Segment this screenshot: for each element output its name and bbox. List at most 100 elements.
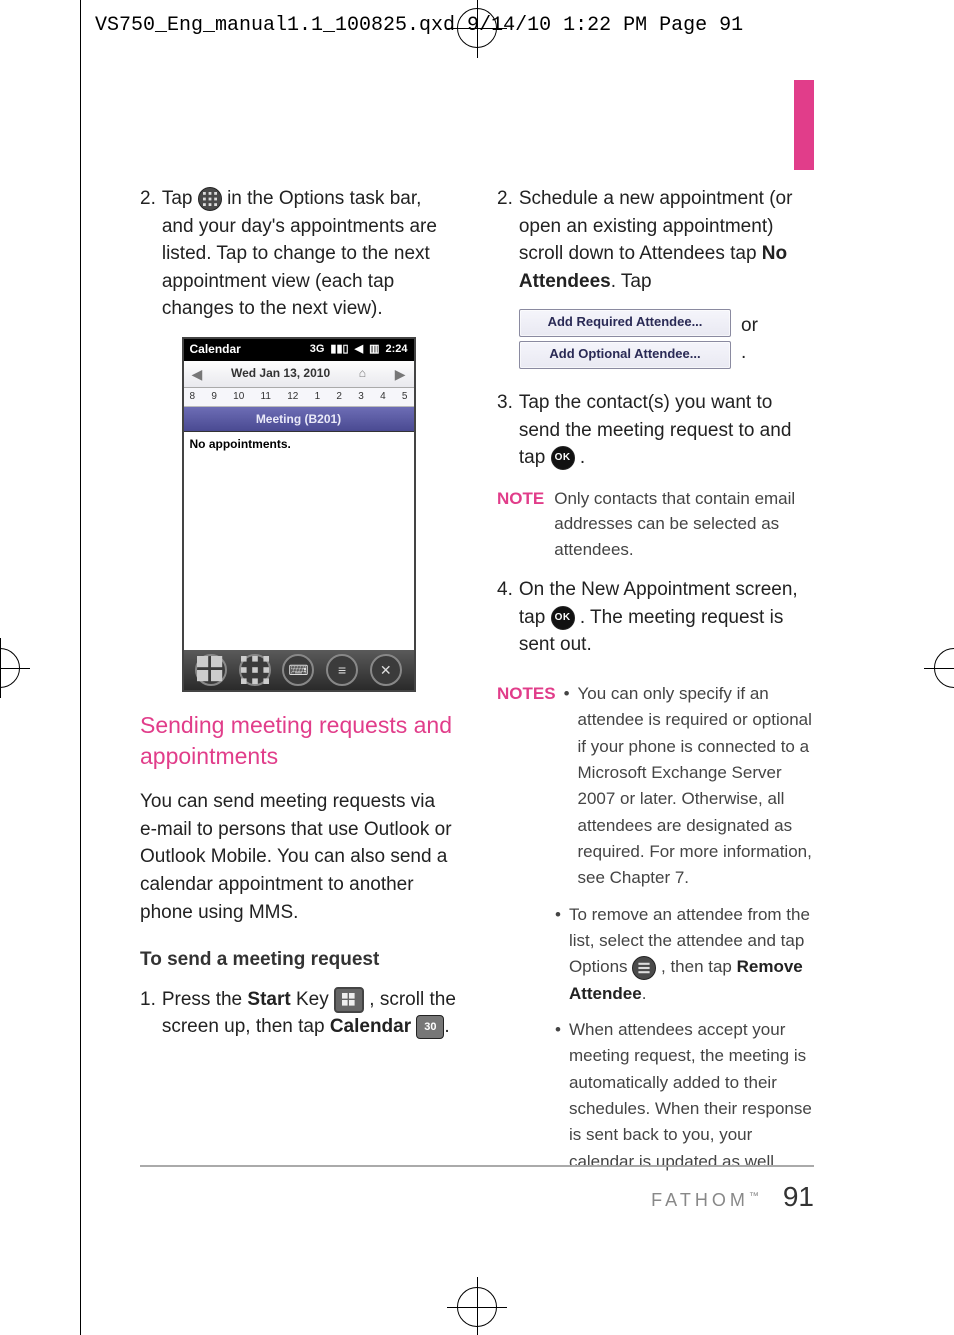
footer-rule xyxy=(140,1165,814,1167)
text: Press the xyxy=(162,989,248,1010)
dock-menu-icon: ≡ xyxy=(326,654,358,686)
phone-dock: ⌨ ≡ ✕ xyxy=(184,650,414,690)
notes-item-1: You can only specify if an attendee is r… xyxy=(578,681,814,892)
notes-item-3: • When attendees accept your meeting req… xyxy=(555,1017,814,1175)
bullet-icon: • xyxy=(555,1017,561,1175)
day-cell: 2 xyxy=(336,390,342,405)
bold: Start xyxy=(247,989,290,1010)
step-number: 3. xyxy=(497,389,513,472)
day-cell: 5 xyxy=(402,390,408,405)
day-cell: 4 xyxy=(380,390,386,405)
right-step-3: 3. Tap the contact(s) you want to send t… xyxy=(497,389,814,472)
page-footer: FATHOM™ 91 xyxy=(140,1165,814,1215)
text: . xyxy=(642,984,647,1003)
day-cell: 11 xyxy=(261,390,271,405)
prev-arrow-icon: ◀ xyxy=(192,364,203,384)
page-number: 91 xyxy=(783,1181,814,1213)
calendar-screenshot: Calendar 3G ▮▮▯ ◀ ▥ 2:24 ◀ Wed Jan 13, 2… xyxy=(182,337,416,693)
signal-icon: ▮▮▯ xyxy=(330,342,348,358)
step-body: Tap the contact(s) you want to send the … xyxy=(519,389,814,472)
right-step-2: 2. Schedule a new appointment (or open a… xyxy=(497,185,814,295)
volume-icon: ◀ xyxy=(355,342,363,358)
day-cell: 12 xyxy=(287,390,298,405)
network-indicator: 3G xyxy=(310,342,325,358)
battery-icon: ▥ xyxy=(369,342,379,358)
phone-day-strip: 8 9 10 11 12 1 2 3 4 5 xyxy=(184,388,414,408)
next-arrow-icon: ▶ xyxy=(395,364,406,384)
day-cell: 1 xyxy=(315,390,321,405)
step-number: 1. xyxy=(140,986,156,1041)
text: To remove an attendee from the list, sel… xyxy=(569,902,814,1007)
note-label: NOTE xyxy=(497,486,544,563)
registration-mark-left xyxy=(0,638,30,698)
step-body: On the New Appointment screen, tap OK . … xyxy=(519,576,814,659)
start-key-icon xyxy=(334,987,364,1013)
text: . xyxy=(580,447,585,468)
section-heading: Sending meeting requests and appointment… xyxy=(140,710,457,772)
home-icon: ⌂ xyxy=(359,365,366,382)
section-intro: You can send meeting requests via e-mail… xyxy=(140,788,457,926)
dock-close-icon: ✕ xyxy=(370,654,402,686)
status-icons: 3G ▮▮▯ ◀ ▥ 2:24 xyxy=(310,342,408,358)
text: . xyxy=(444,1016,449,1037)
attendee-buttons-row: Add Required Attendee... Add Optional At… xyxy=(519,305,814,373)
notes-head: NOTES • You can only specify if an atten… xyxy=(497,681,814,892)
text: . Tap xyxy=(611,271,652,292)
registration-mark-bottom xyxy=(457,1287,497,1327)
text-or: or xyxy=(741,312,758,340)
note-text: Only contacts that contain email address… xyxy=(554,486,814,563)
day-cell: 9 xyxy=(211,390,217,405)
clock: 2:24 xyxy=(385,342,407,358)
options-menu-icon xyxy=(632,956,656,980)
registration-mark-right xyxy=(924,638,954,698)
options-grid-icon xyxy=(198,187,222,211)
step-number: 2. xyxy=(497,185,513,295)
calendar-icon: 30 xyxy=(416,1015,444,1039)
dock-keyboard-icon: ⌨ xyxy=(282,654,314,686)
bullet-icon: • xyxy=(564,681,570,707)
step-body: Press the Start Key , scroll the screen … xyxy=(162,986,457,1041)
current-date: Wed Jan 13, 2010 xyxy=(231,365,330,382)
day-cell: 10 xyxy=(233,390,244,405)
text: , then tap xyxy=(661,957,737,976)
dock-start-icon xyxy=(195,654,227,686)
text: Key xyxy=(291,989,334,1010)
notes-item-2: • To remove an attendee from the list, s… xyxy=(555,902,814,1007)
bold: Calendar xyxy=(330,1016,411,1037)
ok-icon: OK xyxy=(551,446,575,470)
notes-label: NOTES xyxy=(497,681,556,707)
day-cell: 3 xyxy=(358,390,364,405)
step-body: Tap in the Options task bar, and your da… xyxy=(162,185,457,323)
dock-grid-icon xyxy=(239,654,271,686)
left-column: 2. Tap in the Options task bar, and your… xyxy=(140,185,457,1215)
step-number: 4. xyxy=(497,576,513,659)
brand-wordmark: FATHOM™ xyxy=(651,1190,759,1211)
phone-status-bar: Calendar 3G ▮▮▯ ◀ ▥ 2:24 xyxy=(184,339,414,361)
print-slug: VS750_Eng_manual1.1_100825.qxd 9/14/10 1… xyxy=(95,14,743,37)
note-single: NOTE Only contacts that contain email ad… xyxy=(497,486,814,563)
step-number: 2. xyxy=(140,185,156,323)
brand-text: FATHOM xyxy=(651,1190,749,1210)
bullet-icon: • xyxy=(555,902,561,1007)
page-content: 2. Tap in the Options task bar, and your… xyxy=(140,185,814,1215)
text-period: . xyxy=(741,339,758,367)
meeting-banner: Meeting (B201) xyxy=(184,407,414,432)
empty-text: No appointments. xyxy=(190,437,291,451)
right-column: 2. Schedule a new appointment (or open a… xyxy=(497,185,814,1215)
trademark-symbol: ™ xyxy=(749,1191,759,1202)
day-cell: 8 xyxy=(190,390,196,405)
app-title: Calendar xyxy=(190,341,241,358)
text: Tap xyxy=(162,188,198,209)
right-step-4: 4. On the New Appointment screen, tap OK… xyxy=(497,576,814,659)
subsection-heading: To send a meeting request xyxy=(140,946,457,974)
phone-body: No appointments. xyxy=(184,432,414,650)
add-optional-attendee-button[interactable]: Add Optional Attendee... xyxy=(519,341,731,369)
phone-date-nav: ◀ Wed Jan 13, 2010 ⌂ ▶ xyxy=(184,361,414,388)
step-body: Schedule a new appointment (or open an e… xyxy=(519,185,814,295)
manual-page: VS750_Eng_manual1.1_100825.qxd 9/14/10 1… xyxy=(0,0,954,1335)
section-tab-marker xyxy=(794,80,814,170)
add-required-attendee-button[interactable]: Add Required Attendee... xyxy=(519,309,731,337)
text: When attendees accept your meeting reque… xyxy=(569,1017,814,1175)
notes-block: NOTES • You can only specify if an atten… xyxy=(497,681,814,1175)
text: Schedule a new appointment (or open an e… xyxy=(519,188,793,264)
